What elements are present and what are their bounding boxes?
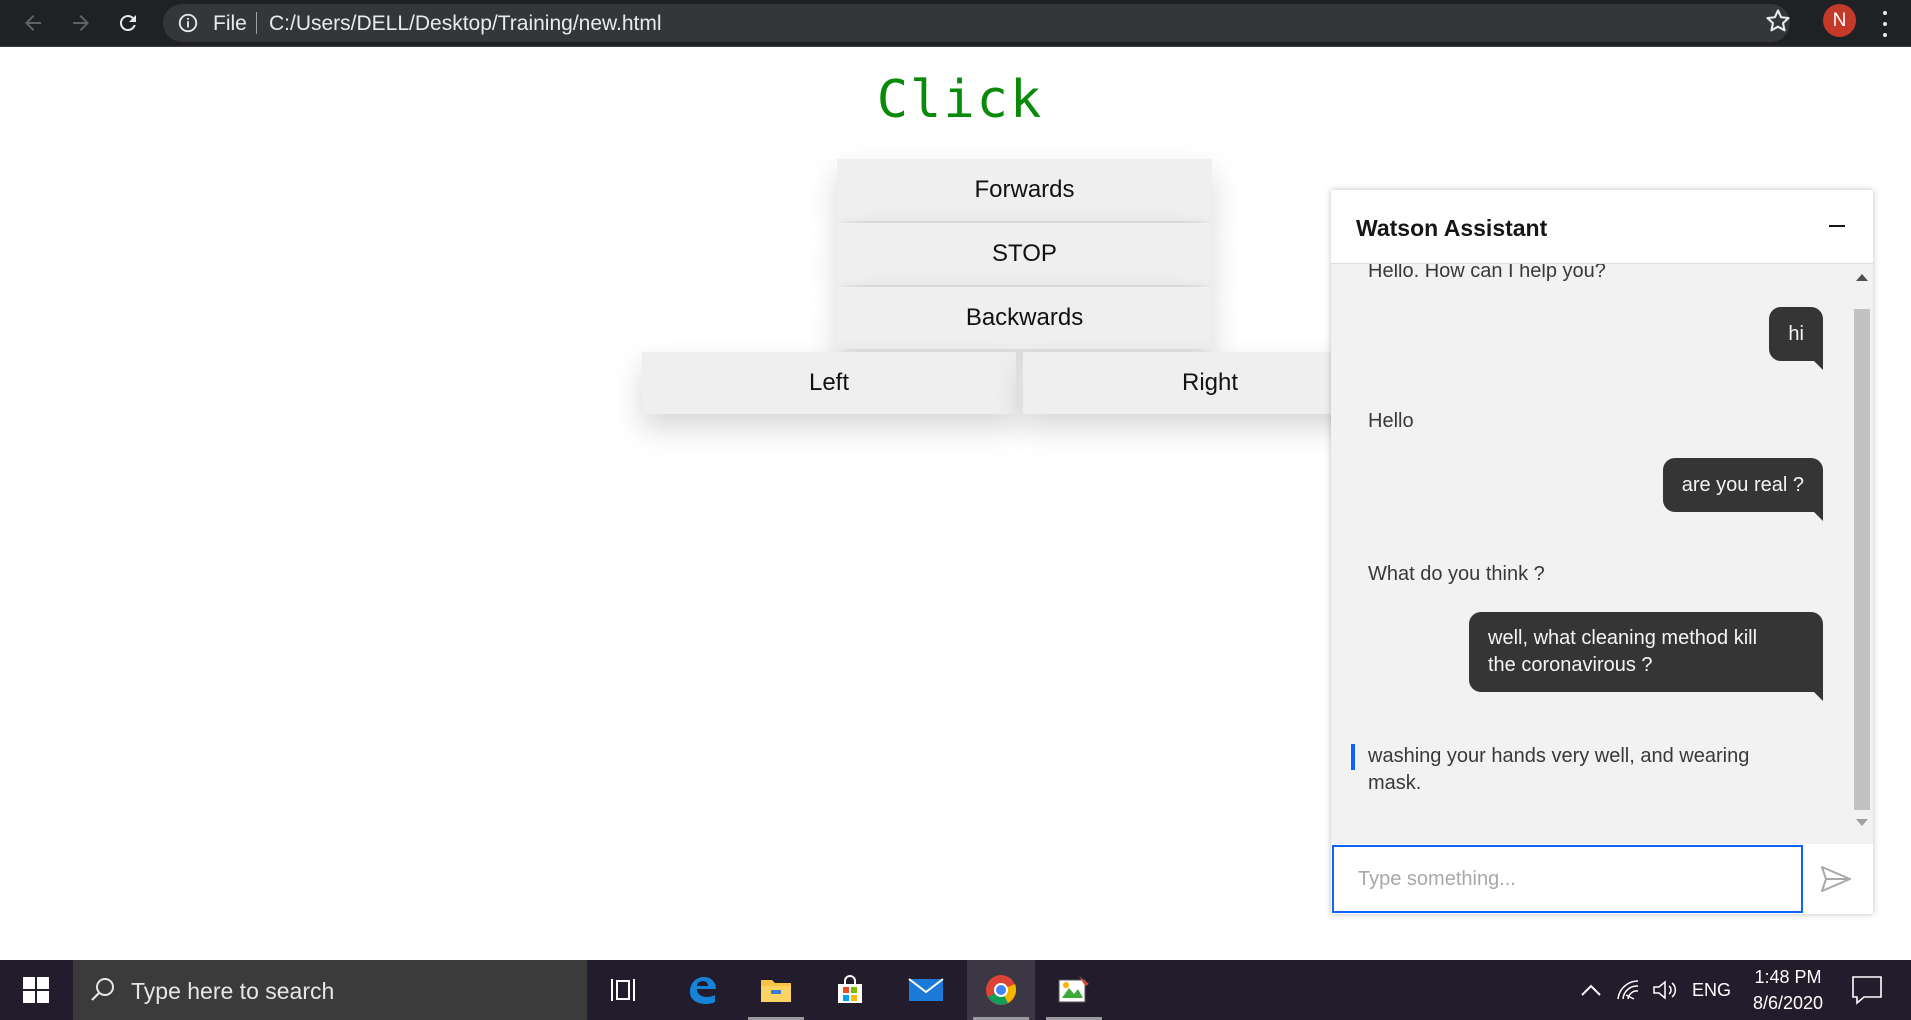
url-text[interactable]: C:/Users/DELL/Desktop/Training/new.html <box>269 12 662 36</box>
send-icon[interactable] <box>1819 864 1853 894</box>
profile-avatar[interactable]: N <box>1823 4 1856 37</box>
bot-message-line: mask. <box>1368 772 1422 794</box>
taskbar-search-box[interactable]: Type here to search <box>73 960 587 1020</box>
language-indicator[interactable]: ENG <box>1692 960 1731 1020</box>
bookmark-star-icon[interactable] <box>1764 7 1792 35</box>
info-icon[interactable] <box>177 12 199 34</box>
bot-message: Hello. How can I help you? <box>1368 264 1606 282</box>
task-view-icon[interactable] <box>590 960 658 1020</box>
clock-date: 8/6/2020 <box>1752 993 1824 1013</box>
left-button[interactable]: Left <box>642 352 1016 414</box>
backwards-button[interactable]: Backwards <box>837 287 1212 349</box>
windows-taskbar: Type here to search ENG 1:48 PM 8/6/2020 <box>0 960 1911 1020</box>
bot-message: Hello <box>1368 410 1414 432</box>
system-clock[interactable]: 1:48 PM 8/6/2020 <box>1738 964 1838 1016</box>
store-icon[interactable] <box>816 960 884 1020</box>
back-icon[interactable] <box>16 6 50 40</box>
watson-title: Watson Assistant <box>1356 215 1548 241</box>
windows-start-icon[interactable] <box>0 960 72 1020</box>
chat-messages[interactable]: Hello. How can I help you? hi Hello are … <box>1331 264 1873 834</box>
reload-icon[interactable] <box>111 6 145 40</box>
user-message-line: well, what cleaning method kill <box>1488 627 1758 649</box>
scroll-up-arrow-icon[interactable] <box>1856 274 1868 281</box>
network-icon[interactable] <box>1616 960 1640 1020</box>
paint-icon[interactable] <box>1040 960 1108 1020</box>
watson-header: Watson Assistant <box>1331 190 1873 264</box>
forward-icon[interactable] <box>64 6 98 40</box>
browser-toolbar: File C:/Users/DELL/Desktop/Training/new.… <box>0 0 1911 47</box>
stop-button[interactable]: STOP <box>837 223 1212 285</box>
search-placeholder: Type here to search <box>131 978 335 1004</box>
chat-scrollbar[interactable] <box>1850 264 1871 834</box>
bot-message: What do you think ? <box>1368 563 1545 585</box>
chat-input-row <box>1331 844 1873 914</box>
latest-message-indicator <box>1351 744 1355 770</box>
user-message: well, what cleaning method kill the coro… <box>1469 612 1823 701</box>
mail-icon[interactable] <box>892 960 960 1020</box>
bot-message-line: washing your hands very well, and wearin… <box>1368 745 1750 767</box>
browser-menu-icon[interactable] <box>1880 9 1890 39</box>
user-message: hi <box>1769 307 1823 370</box>
chat-input[interactable] <box>1332 845 1803 913</box>
edge-icon[interactable] <box>668 960 736 1020</box>
file-scheme-label: File <box>213 12 247 35</box>
address-bar[interactable]: File C:/Users/DELL/Desktop/Training/new.… <box>163 4 1790 42</box>
chrome-icon[interactable] <box>967 960 1035 1020</box>
scroll-down-arrow-icon[interactable] <box>1856 819 1868 826</box>
page-title: Click <box>876 70 1044 130</box>
forwards-button[interactable]: Forwards <box>837 159 1212 221</box>
file-explorer-icon[interactable] <box>742 960 810 1020</box>
clock-time: 1:48 PM <box>1754 967 1822 987</box>
address-separator <box>256 12 257 34</box>
user-message-line: the coronavirous ? <box>1488 654 1653 676</box>
minimize-icon[interactable] <box>1825 214 1849 238</box>
scroll-thumb[interactable] <box>1854 309 1870 810</box>
volume-icon[interactable] <box>1652 960 1678 1020</box>
action-center-icon[interactable] <box>1850 974 1884 1006</box>
user-message: are you real ? <box>1662 458 1824 521</box>
search-icon <box>91 978 114 1001</box>
watson-assistant-panel: Watson Assistant Hello. How can I help y… <box>1331 190 1873 914</box>
show-hidden-icons-icon[interactable] <box>1580 960 1602 1020</box>
bot-message: washing your hands very well, and wearin… <box>1368 743 1749 797</box>
